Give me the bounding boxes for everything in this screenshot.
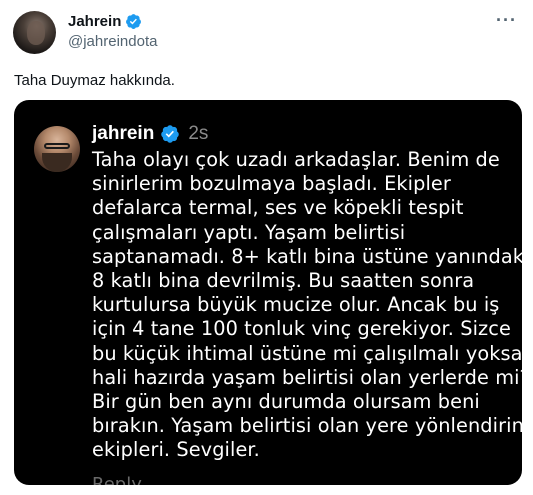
body-line: için 4 tane 100 tonluk vinç gerekiyor. S…	[92, 317, 511, 341]
embedded-author-avatar	[34, 126, 80, 172]
embedded-verified-badge-icon	[161, 125, 180, 143]
embedded-name-row: jahrein 2s	[92, 123, 208, 145]
body-line: bırakın. Yaşam belirtisi olan yere yönle…	[92, 414, 522, 438]
embedded-timestamp: 2s	[188, 123, 209, 144]
embedded-body-text: Taha olayı çok uzadı arkadaşlar. Benim d…	[92, 148, 522, 463]
author-handle[interactable]: @jahreindota	[68, 33, 157, 50]
author-avatar[interactable]	[13, 11, 56, 54]
body-line: defalarca termal, ses ve köpekli tespit	[92, 196, 464, 220]
body-line: 8 katlı bina devrilmiş. Bu saatten sonra	[92, 269, 475, 293]
body-line: kurtulursa büyük mucize olur. Ancak bu i…	[92, 293, 500, 317]
author-name-row: Jahrein	[68, 13, 142, 30]
body-line: çalışmaları yaptı. Yaşam belirtisi	[92, 220, 406, 244]
verified-badge-icon	[126, 14, 142, 29]
embedded-reply-label: Reply	[92, 474, 142, 485]
body-line: ekipleri. Sevgiler.	[92, 438, 260, 462]
body-line: sinirlerim bozulmaya başladı. Ekipler	[92, 172, 451, 196]
body-line: hali hazırda yaşam belirtisi olan yerler…	[92, 365, 522, 389]
avatar-beard	[42, 153, 72, 172]
avatar-face	[27, 21, 45, 45]
tweet-text: Taha Duymaz hakkında.	[14, 72, 175, 89]
body-line: Taha olayı çok uzadı arkadaşlar. Benim d…	[92, 148, 500, 171]
body-line: bu küçük ihtimal üstüne mi çalışılmalı y…	[92, 341, 522, 365]
tweet-media-image[interactable]: jahrein 2s Taha olayı çok uzadı arkadaşl…	[14, 100, 522, 485]
author-display-name[interactable]: Jahrein	[68, 13, 121, 30]
body-line: saptanamadı. 8+ katlı bina üstüne yanınd…	[92, 244, 522, 268]
avatar-glasses	[44, 143, 70, 149]
tweet-card: Jahrein @jahreindota ··· Taha Duymaz hak…	[0, 0, 533, 495]
embedded-author-name: jahrein	[92, 123, 155, 144]
more-horizontal-icon[interactable]: ···	[496, 10, 517, 31]
body-line: Bir gün ben aynı durumda olursam beni	[92, 390, 480, 414]
